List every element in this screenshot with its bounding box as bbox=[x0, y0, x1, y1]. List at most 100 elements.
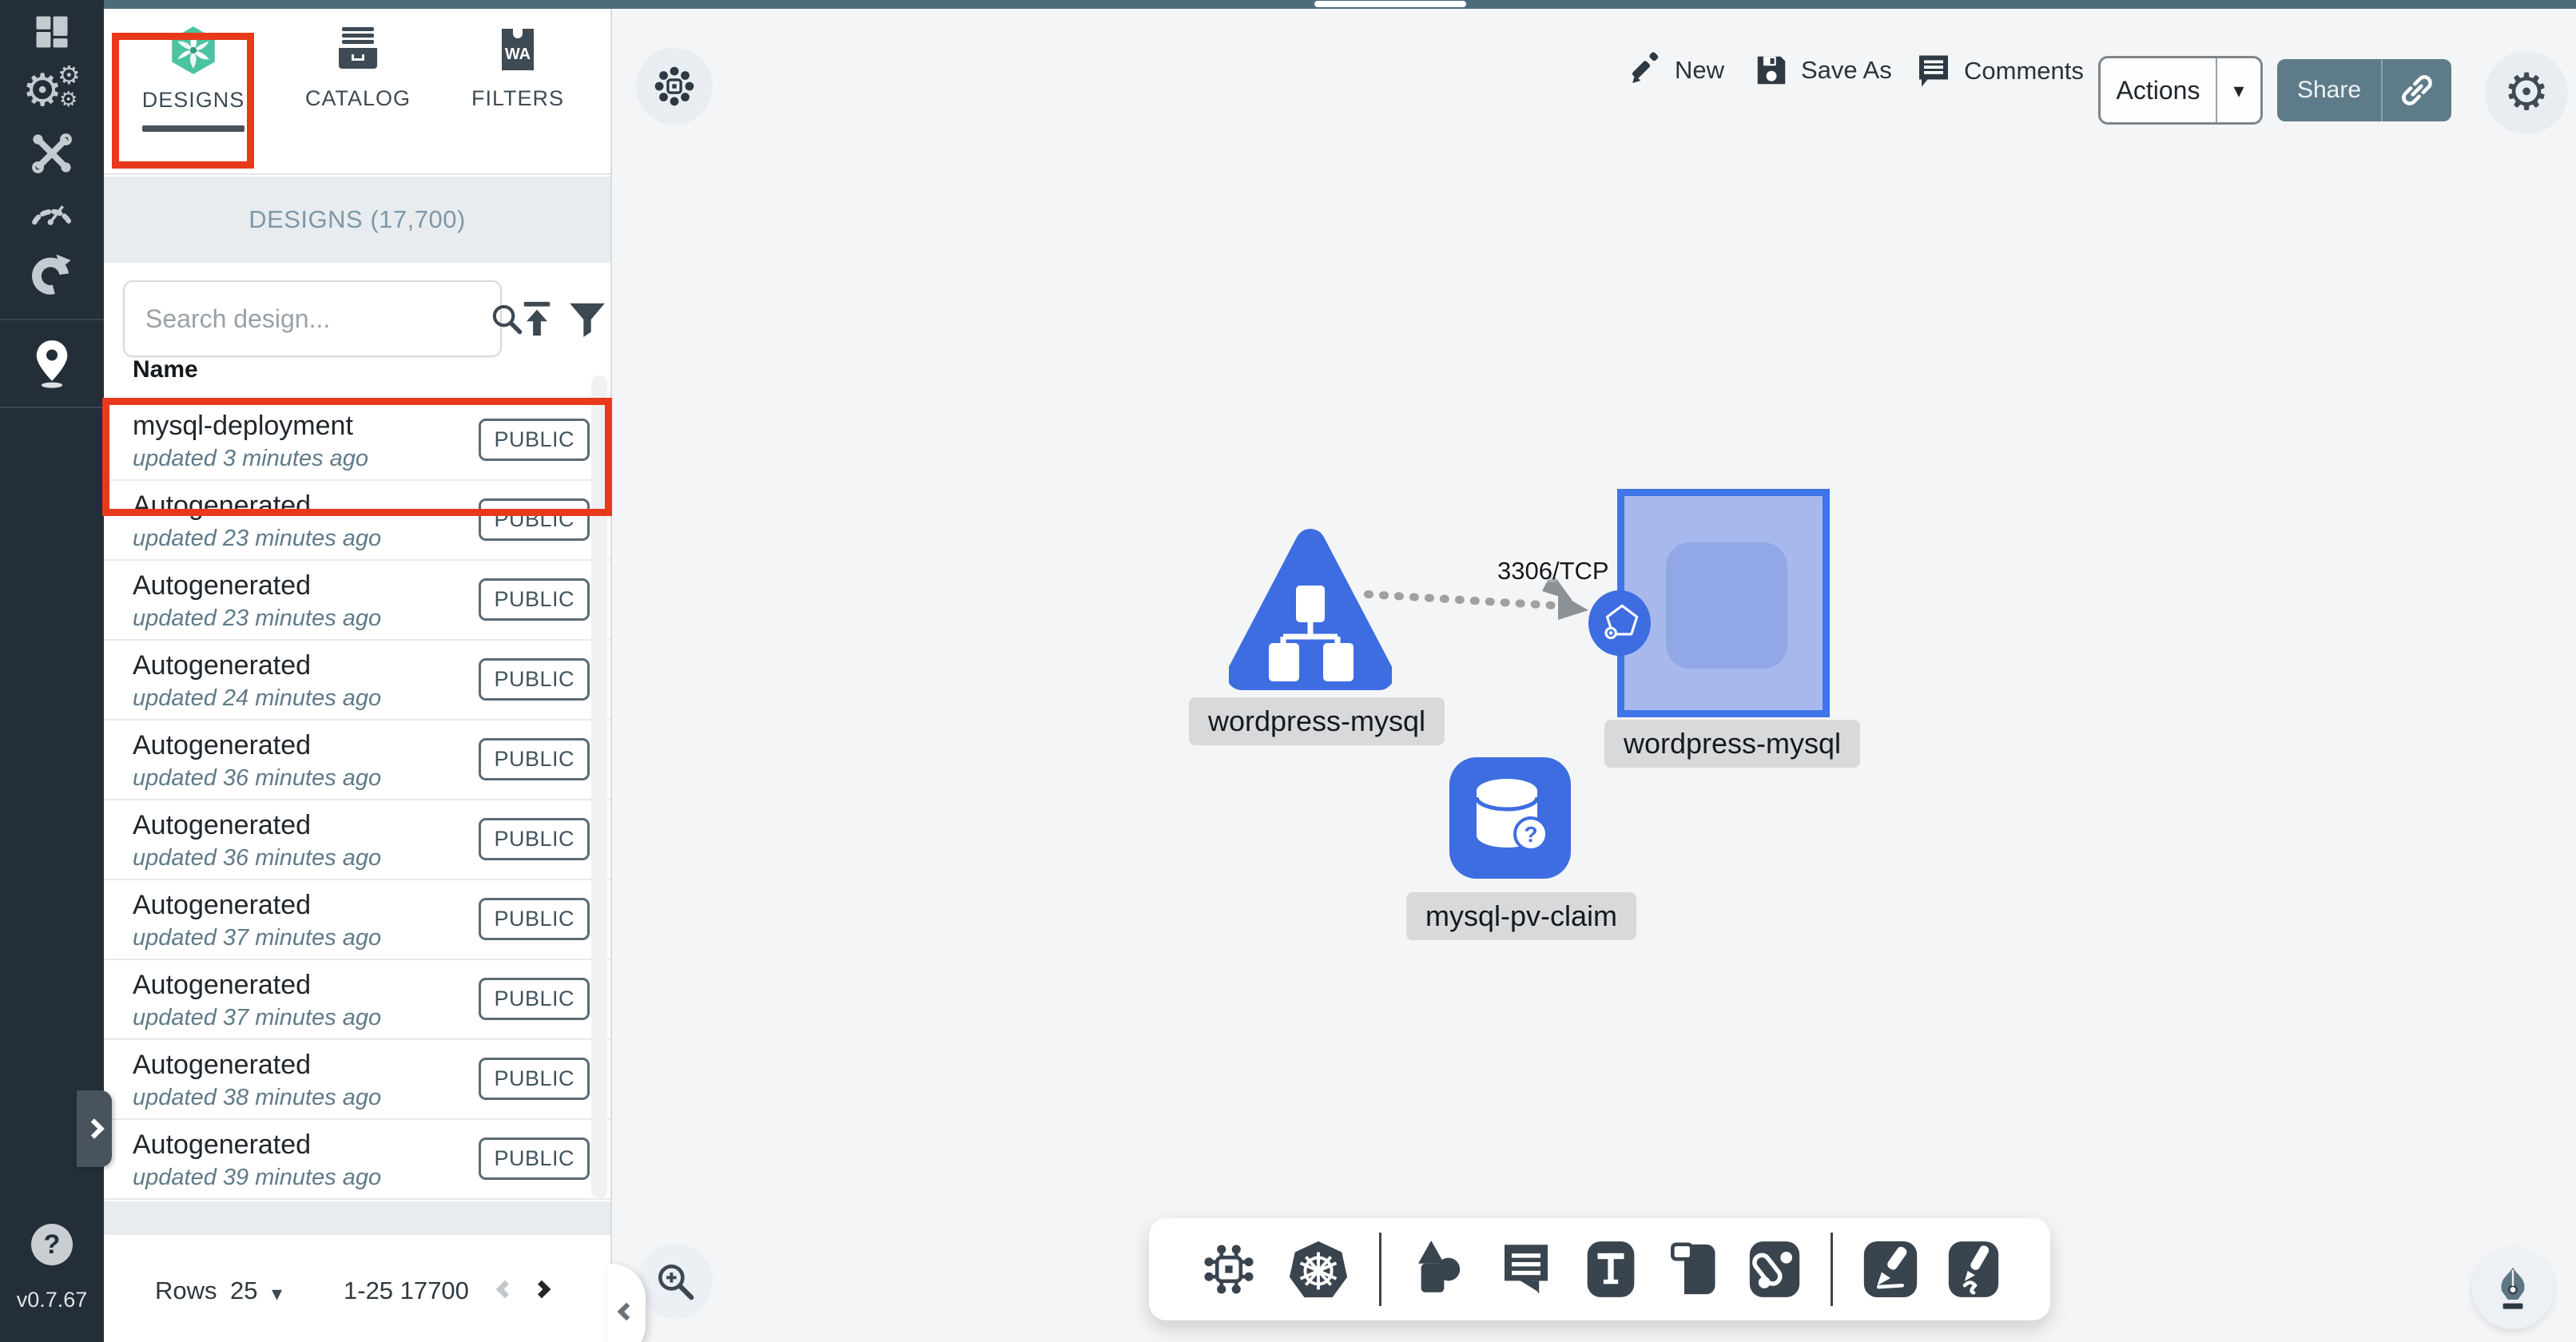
components-chip-icon[interactable] bbox=[1199, 1240, 1258, 1299]
search-design-box[interactable] bbox=[123, 280, 502, 357]
wasm-filters-icon: WA bbox=[492, 24, 543, 75]
design-visibility-badge[interactable]: PUBLIC bbox=[479, 419, 590, 461]
deployment-node-wordpress-mysql[interactable] bbox=[1617, 489, 1830, 717]
design-visibility-badge[interactable]: PUBLIC bbox=[479, 738, 590, 780]
actions-caret-icon[interactable]: ▾ bbox=[2217, 78, 2260, 103]
prev-page-button[interactable] bbox=[496, 1280, 515, 1299]
performance-speedometer-icon[interactable] bbox=[0, 185, 104, 230]
chevron-right-icon bbox=[84, 1118, 104, 1138]
design-updated: updated 36 minutes ago bbox=[133, 765, 381, 792]
share-button[interactable]: Share bbox=[2277, 59, 2381, 121]
tab-designs[interactable]: DESIGNS bbox=[121, 24, 265, 160]
design-name: Autogenerated bbox=[133, 650, 311, 681]
design-visibility-badge[interactable]: PUBLIC bbox=[479, 578, 590, 621]
design-canvas[interactable]: New Save As Comments Actions ▾ Share bbox=[612, 9, 2576, 1342]
save-as-button[interactable]: Save As bbox=[1753, 52, 1892, 89]
node-label[interactable]: wordpress-mysql bbox=[1604, 720, 1860, 768]
chevron-left-icon bbox=[618, 1303, 636, 1321]
design-updated: updated 37 minutes ago bbox=[133, 1005, 381, 1031]
list-scrollbar-track[interactable] bbox=[591, 375, 607, 1198]
lifecycle-gears-icon[interactable]: ⚙⚙⚙ bbox=[0, 67, 104, 118]
rows-label: Rows bbox=[155, 1276, 217, 1305]
meshery-app: ⚙⚙⚙ ? v0.7.67 DESIGNS bbox=[0, 0, 2576, 1342]
sketch-tool-icon[interactable] bbox=[1947, 1239, 2000, 1300]
page-size-value[interactable]: 25 bbox=[230, 1276, 257, 1305]
media-tool-icon[interactable] bbox=[1667, 1239, 1719, 1300]
visualize-cluster-button[interactable] bbox=[636, 48, 713, 125]
search-design-input[interactable] bbox=[125, 304, 489, 334]
panel-tabs: DESIGNS CATALOG WA FILTERS bbox=[104, 0, 610, 175]
page-size-caret-icon[interactable]: ▾ bbox=[272, 1281, 282, 1306]
new-label: New bbox=[1675, 56, 1724, 85]
meshery-logo-icon bbox=[167, 24, 220, 77]
design-name: mysql-deployment bbox=[133, 411, 353, 442]
next-page-button[interactable] bbox=[533, 1280, 551, 1299]
design-name: Autogenerated bbox=[133, 730, 311, 761]
design-visibility-badge[interactable]: PUBLIC bbox=[479, 978, 590, 1020]
design-list-row[interactable]: Autogenerated updated 24 minutes ago PUB… bbox=[104, 641, 610, 721]
comments-button[interactable]: Comments bbox=[1914, 52, 2084, 90]
design-list-row[interactable]: Autogenerated updated 36 minutes ago PUB… bbox=[104, 721, 610, 800]
design-list-row[interactable]: mysql-deployment updated 3 minutes ago P… bbox=[104, 401, 610, 481]
relationship-tool-icon[interactable] bbox=[1748, 1239, 1801, 1300]
node-label[interactable]: mysql-pv-claim bbox=[1406, 892, 1636, 940]
actions-label: Actions bbox=[2101, 76, 2216, 105]
design-updated: updated 38 minutes ago bbox=[133, 1085, 381, 1111]
shapes-tool-icon[interactable] bbox=[1411, 1238, 1469, 1300]
scrollbar-thumb[interactable] bbox=[1314, 1, 1466, 7]
new-design-button[interactable]: New bbox=[1627, 52, 1724, 89]
extensions-icon[interactable] bbox=[0, 248, 104, 299]
design-visibility-badge[interactable]: PUBLIC bbox=[479, 898, 590, 940]
pagination-bar: Rows 25 ▾ 1-25 17700 bbox=[104, 1246, 610, 1342]
pvc-node-mysql-pv-claim[interactable]: ? bbox=[1449, 757, 1571, 879]
design-list-row[interactable]: Autogenerated updated 37 minutes ago PUB… bbox=[104, 960, 610, 1040]
port-pentagon-badge[interactable] bbox=[1588, 590, 1651, 656]
svg-text:?: ? bbox=[1524, 822, 1537, 847]
comment-tool-icon[interactable] bbox=[1497, 1239, 1555, 1300]
tab-filters[interactable]: WA FILTERS bbox=[446, 24, 590, 160]
copy-link-button[interactable] bbox=[2383, 59, 2451, 121]
design-list-row[interactable]: Autogenerated updated 37 minutes ago PUB… bbox=[104, 880, 610, 960]
rail-divider bbox=[0, 319, 104, 320]
design-visibility-badge[interactable]: PUBLIC bbox=[479, 1058, 590, 1100]
design-list-row[interactable]: Autogenerated updated 38 minutes ago PUB… bbox=[104, 1040, 610, 1120]
design-visibility-badge[interactable]: PUBLIC bbox=[479, 498, 590, 541]
dashboard-icon[interactable] bbox=[0, 10, 104, 54]
design-name: Autogenerated bbox=[133, 1130, 311, 1161]
design-updated: updated 23 minutes ago bbox=[133, 605, 381, 632]
zoom-in-button[interactable] bbox=[638, 1244, 713, 1319]
text-tool-icon[interactable] bbox=[1584, 1239, 1637, 1300]
pen-tool-icon[interactable] bbox=[1862, 1239, 1918, 1300]
tab-filters-label: FILTERS bbox=[471, 86, 564, 111]
settings-gear-button[interactable]: ⚙ bbox=[2485, 51, 2568, 134]
canvas-bottom-toolbar bbox=[1149, 1218, 2050, 1320]
design-list-row[interactable]: Autogenerated updated 36 minutes ago PUB… bbox=[104, 800, 610, 880]
catalog-archive-icon bbox=[332, 24, 384, 75]
save-as-label: Save As bbox=[1801, 56, 1892, 85]
expand-rail-handle[interactable] bbox=[77, 1090, 112, 1167]
kubernetes-icon[interactable] bbox=[1287, 1238, 1350, 1300]
kanvas-pin-icon[interactable] bbox=[0, 336, 104, 391]
node-label[interactable]: wordpress-mysql bbox=[1189, 697, 1445, 745]
design-updated: updated 37 minutes ago bbox=[133, 925, 381, 951]
design-mode-fab[interactable] bbox=[2472, 1248, 2554, 1329]
upload-design-icon[interactable] bbox=[516, 298, 558, 339]
design-updated: updated 39 minutes ago bbox=[133, 1165, 381, 1191]
designs-panel: DESIGNS CATALOG WA FILTERS DESIGNS (17,7… bbox=[104, 0, 612, 1342]
design-list-row[interactable]: Autogenerated updated 23 minutes ago PUB… bbox=[104, 561, 610, 641]
tab-designs-label: DESIGNS bbox=[142, 88, 245, 113]
help-icon[interactable]: ? bbox=[31, 1224, 73, 1265]
version-label: v0.7.67 bbox=[0, 1288, 104, 1312]
design-visibility-badge[interactable]: PUBLIC bbox=[479, 1138, 590, 1180]
top-horizontal-scrollbar[interactable] bbox=[104, 0, 2576, 9]
design-visibility-badge[interactable]: PUBLIC bbox=[479, 818, 590, 860]
filter-funnel-icon[interactable] bbox=[567, 300, 607, 339]
service-node-wordpress-mysql[interactable] bbox=[1229, 523, 1392, 696]
configuration-tools-icon[interactable] bbox=[0, 129, 104, 177]
actions-button[interactable]: Actions ▾ bbox=[2098, 56, 2263, 125]
design-visibility-badge[interactable]: PUBLIC bbox=[479, 658, 590, 701]
design-list-row[interactable]: Autogenerated updated 23 minutes ago PUB… bbox=[104, 481, 610, 561]
tab-catalog[interactable]: CATALOG bbox=[286, 24, 430, 160]
design-list-row[interactable]: Autogenerated updated 39 minutes ago PUB… bbox=[104, 1120, 610, 1200]
gear-icon: ⚙ bbox=[2503, 67, 2549, 118]
